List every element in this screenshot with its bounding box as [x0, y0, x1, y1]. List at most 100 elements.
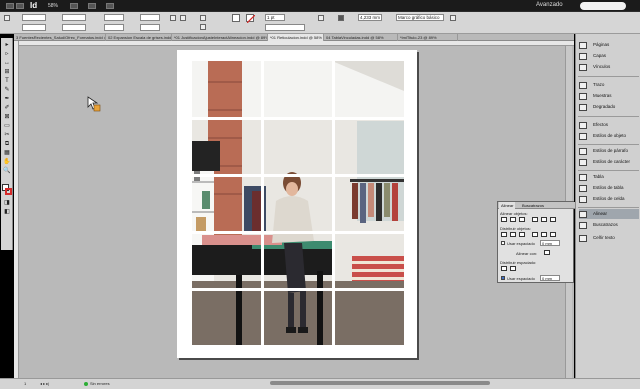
scale-x-field[interactable] — [104, 14, 124, 21]
align-right-icon[interactable] — [519, 217, 525, 222]
offset-field[interactable]: 4,233 mm — [358, 14, 382, 21]
distribute-left-icon[interactable] — [532, 232, 538, 237]
bridge-icon[interactable] — [6, 3, 14, 9]
flip-icon[interactable] — [180, 15, 186, 21]
horizontal-ruler[interactable] — [14, 41, 574, 46]
preflight-status[interactable]: Sin errores — [90, 381, 110, 386]
pencil-tool[interactable]: ✐ — [3, 105, 11, 112]
dock-effects[interactable]: Efectos — [579, 120, 639, 130]
normal-mode-icon[interactable]: ◨ — [3, 200, 11, 207]
dock-swatches[interactable]: Muestras — [579, 91, 639, 101]
dock-object-styles[interactable]: Estilos de objeto — [579, 131, 639, 141]
shadow-icon[interactable] — [338, 15, 344, 21]
pen-tool[interactable]: ✒ — [3, 96, 11, 103]
dock-paragraph-styles[interactable]: Estilos de párrafo — [579, 146, 639, 156]
tab-document-4[interactable]: *01 Reticulacion.indd @ 58% — [268, 34, 324, 41]
stroke-type-select[interactable] — [265, 24, 305, 31]
dock-pathfinder[interactable]: Buscatrazos — [579, 220, 639, 230]
x-position-field[interactable] — [22, 14, 46, 21]
minibridge-icon[interactable] — [16, 3, 24, 9]
preview-mode-icon[interactable]: ◧ — [3, 209, 11, 216]
hand-tool[interactable]: ✋ — [3, 159, 11, 166]
distribute-right-icon[interactable] — [550, 232, 556, 237]
scale-y-field[interactable] — [104, 24, 124, 31]
align-hcenter-icon[interactable] — [510, 217, 516, 222]
tab-document-1[interactable]: 3 FuentesRecientes_Salud/Ofrec_Formatos.… — [14, 34, 106, 41]
align-bottom-icon[interactable] — [550, 217, 556, 222]
select-content-icon[interactable] — [200, 24, 206, 30]
dock-align[interactable]: Alinear — [579, 209, 639, 219]
stroke-swatch[interactable] — [246, 14, 256, 24]
dock-gradient[interactable]: Degradado — [579, 102, 639, 112]
type-tool[interactable]: T — [3, 78, 11, 85]
spacing-field[interactable]: 0 mm — [540, 240, 560, 246]
tab-pathfinder[interactable]: Buscatrazos — [522, 203, 544, 208]
distribute-vcenter-icon[interactable] — [510, 232, 516, 237]
free-transform-tool[interactable]: ⧉ — [3, 141, 11, 148]
application-bar: Id 58% Avanzado — [0, 0, 640, 12]
distribute-hcenter-icon[interactable] — [541, 232, 547, 237]
align-vcenter-icon[interactable] — [541, 217, 547, 222]
width-field[interactable] — [62, 14, 86, 21]
screen-mode-icon[interactable] — [88, 3, 96, 9]
tab-document-2[interactable]: 02 Expansion Escala de grises.indd @ 53% — [106, 34, 172, 41]
align-top-icon[interactable] — [532, 217, 538, 222]
align-to-select[interactable] — [544, 250, 550, 255]
dock-table-styles[interactable]: Estilos de tabla — [579, 183, 639, 193]
use-spacing-checkbox[interactable] — [501, 241, 505, 245]
workspace-switcher[interactable]: Avanzado — [536, 2, 563, 8]
height-field[interactable] — [62, 24, 86, 31]
dock-layers[interactable]: Capas — [579, 51, 639, 61]
distribute-bottom-icon[interactable] — [519, 232, 525, 237]
shear-field[interactable] — [140, 24, 160, 31]
use-spacing-checkbox-checked[interactable] — [501, 276, 505, 280]
distribute-top-icon[interactable] — [501, 232, 507, 237]
distribute-space-vertical-icon[interactable] — [501, 266, 507, 271]
dock-cell-styles[interactable]: Estilos de celda — [579, 194, 639, 204]
vertical-ruler[interactable] — [14, 41, 19, 378]
gridded-photo-frame[interactable] — [192, 61, 404, 345]
auto-fit-icon[interactable] — [450, 15, 456, 21]
distribute-space-horizontal-icon[interactable] — [510, 266, 516, 271]
tab-document-6[interactable]: *ImiTitulo-23 @ 89% — [398, 34, 458, 41]
tab-document-3[interactable]: *01 JustificacionAjusteInteractAlineacio… — [172, 34, 268, 41]
page-number-field[interactable]: 1 — [24, 381, 26, 386]
stroke-weight-field[interactable]: 1 pt — [265, 14, 285, 21]
rectangle-frame-tool[interactable]: ⊠ — [3, 114, 11, 121]
gradient-tool[interactable]: ▦ — [3, 150, 11, 157]
align-left-icon[interactable] — [501, 217, 507, 222]
dock-character-styles[interactable]: Estilos de carácter — [579, 157, 639, 167]
rotation-field[interactable] — [140, 14, 160, 21]
zoom-level[interactable]: 58% — [48, 3, 58, 9]
page-nav-icon[interactable]: ◂ ▸ ▸| — [40, 381, 49, 386]
arrange-documents-icon[interactable] — [106, 3, 114, 9]
stroke-box-icon[interactable] — [5, 188, 12, 195]
tab-document-5[interactable]: 04 TablaVinculadas.indd @ 58% — [324, 34, 398, 41]
reference-point-icon[interactable] — [4, 15, 10, 21]
view-options-icon[interactable] — [70, 3, 78, 9]
fill-swatch[interactable] — [232, 14, 240, 22]
dock-text-wrap[interactable]: Ceñir texto — [579, 233, 639, 243]
opacity-icon[interactable] — [318, 15, 324, 21]
line-tool[interactable]: ✎ — [3, 87, 11, 94]
tab-align[interactable]: Alinear — [499, 202, 516, 209]
y-position-field[interactable] — [22, 24, 46, 31]
zoom-tool[interactable]: 🔍 — [3, 168, 11, 175]
gap-tool[interactable]: ⊞ — [3, 69, 11, 76]
direct-selection-tool[interactable]: ▹ — [3, 51, 11, 58]
rotate-90-icon[interactable] — [170, 15, 176, 21]
dock-table[interactable]: Tabla — [579, 172, 639, 182]
distribute-spacing-field[interactable]: 0 mm — [540, 275, 560, 281]
horizontal-scrollbar[interactable] — [270, 381, 490, 385]
rectangle-tool[interactable]: ▭ — [3, 123, 11, 130]
frame-fitting-select[interactable]: Marco gráfico básico — [396, 14, 444, 21]
dock-divider — [578, 207, 639, 208]
selection-tool[interactable]: ▸ — [3, 42, 11, 49]
dock-pages[interactable]: Páginas — [579, 40, 639, 50]
dock-stroke[interactable]: Trazo — [579, 80, 639, 90]
search-field[interactable] — [580, 2, 626, 10]
dock-links[interactable]: Vínculos — [579, 62, 639, 72]
select-container-icon[interactable] — [200, 15, 206, 21]
page-tool[interactable]: ↔ — [3, 60, 11, 67]
scissors-tool[interactable]: ✂ — [3, 132, 11, 139]
